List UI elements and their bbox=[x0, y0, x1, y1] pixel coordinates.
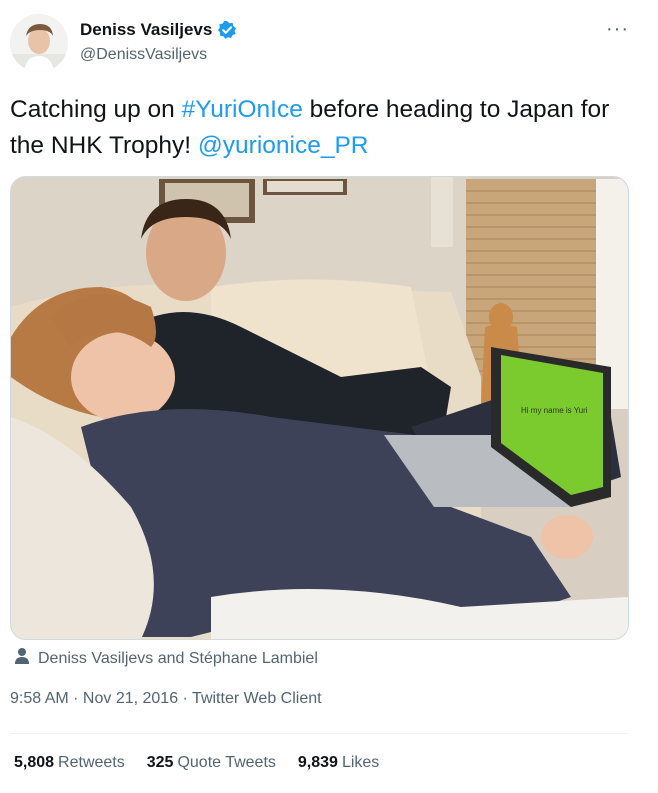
author-handle[interactable]: @DenissVasiljevs bbox=[80, 46, 207, 64]
retweets-stat[interactable]: 5,808 Retweets bbox=[14, 754, 125, 772]
tweet-photo[interactable]: Hi my name is Yuri bbox=[10, 176, 629, 640]
likes-stat[interactable]: 9,839 Likes bbox=[298, 754, 379, 772]
meta-separator-2: · bbox=[178, 690, 193, 707]
author-name[interactable]: Deniss Vasiljevs bbox=[80, 20, 212, 40]
quote-tweets-stat[interactable]: 325 Quote Tweets bbox=[147, 754, 276, 772]
quote-tweets-label: Quote Tweets bbox=[177, 754, 276, 771]
person-icon bbox=[14, 647, 30, 670]
tweet-source[interactable]: Twitter Web Client bbox=[192, 690, 322, 707]
verified-badge-icon bbox=[217, 20, 237, 40]
tweet-stats: 5,808 Retweets 325 Quote Tweets 9,839 Likes bbox=[14, 754, 401, 772]
meta-separator-1: · bbox=[68, 690, 83, 707]
laptop-screen-text: Hi my name is Yuri bbox=[521, 406, 588, 415]
hashtag-link[interactable]: #YuriOnIce bbox=[182, 96, 303, 123]
likes-label: Likes bbox=[341, 754, 380, 771]
tweet-date[interactable]: Nov 21, 2016 bbox=[83, 690, 178, 707]
more-options-icon[interactable]: ··· bbox=[606, 18, 629, 41]
tagged-people[interactable]: Deniss Vasiljevs and Stéphane Lambiel bbox=[14, 647, 318, 670]
author-avatar[interactable] bbox=[10, 14, 68, 72]
quote-tweets-count: 325 bbox=[146, 754, 174, 771]
divider bbox=[10, 733, 628, 734]
tweet-meta: 9:58 AM · Nov 21, 2016 · Twitter Web Cli… bbox=[10, 690, 322, 708]
tweet-time[interactable]: 9:58 AM bbox=[10, 690, 69, 707]
likes-count: 9,839 bbox=[297, 754, 338, 771]
tagged-people-text[interactable]: Deniss Vasiljevs and Stéphane Lambiel bbox=[38, 650, 318, 668]
avatar-image bbox=[10, 14, 68, 72]
tweet-text-part-1: Catching up on bbox=[10, 96, 182, 123]
author-name-row[interactable]: Deniss Vasiljevs bbox=[80, 20, 237, 40]
mention-link[interactable]: @yurionice_PR bbox=[198, 132, 369, 159]
retweets-label: Retweets bbox=[58, 754, 125, 771]
tweet-text: Catching up on #YuriOnIce before heading… bbox=[10, 92, 630, 164]
retweets-count: 5,808 bbox=[14, 754, 55, 771]
